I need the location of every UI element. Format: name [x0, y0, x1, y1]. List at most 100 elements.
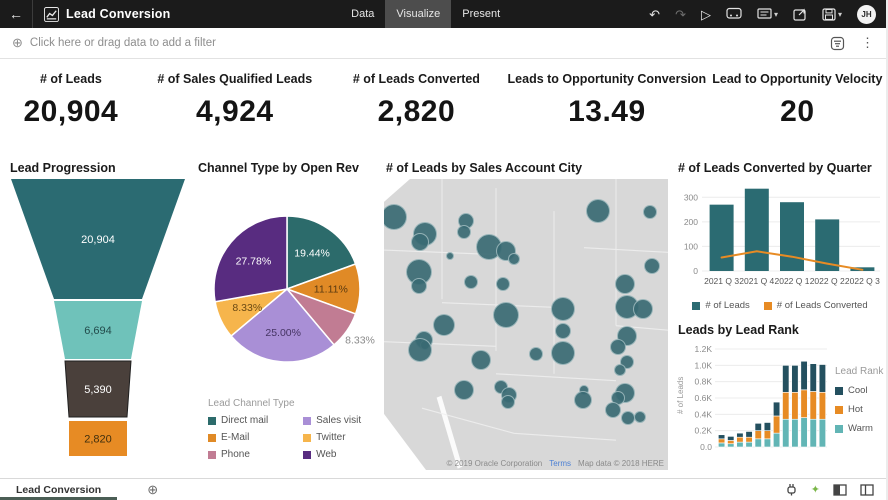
stacked-bar-segment-cool[interactable]	[810, 364, 817, 392]
kpi-tile[interactable]: Lead to Opportunity Velocity20	[709, 72, 886, 129]
stacked-bar-segment-hot[interactable]	[819, 392, 826, 419]
funnel-chart[interactable]: 20,9046,6945,3902,820	[8, 179, 188, 459]
export-icon[interactable]	[793, 8, 807, 21]
kebab-menu-icon[interactable]: ⋮	[861, 35, 874, 51]
stacked-bar-segment-hot[interactable]	[792, 392, 799, 419]
map-panel[interactable]: # of Leads by Sales Account City © 2	[384, 151, 668, 476]
stacked-bar-segment-warm[interactable]	[792, 419, 799, 447]
pie-chart[interactable]: 19.44%11.11%8.33%25.00%8.33%27.78%	[196, 179, 380, 377]
map-bubble[interactable]	[610, 339, 626, 355]
stacked-bar-segment-warm[interactable]	[773, 433, 780, 447]
stacked-bar-segment-warm[interactable]	[728, 444, 735, 447]
auto-insights-sparkle-icon[interactable]: ✦	[811, 483, 820, 496]
stacked-bar-segment-hot[interactable]	[718, 439, 725, 443]
filter-prompt[interactable]: Click here or drag data to add a filter	[30, 37, 216, 49]
stacked-bar-segment-cool[interactable]	[728, 436, 735, 440]
stacked-bar-segment-cool[interactable]	[801, 361, 808, 390]
kpi-tile[interactable]: Leads to Opportunity Conversion13.49	[505, 72, 709, 129]
legend-item-direct-mail[interactable]: Direct mail	[208, 415, 287, 426]
map-bubble[interactable]	[454, 380, 474, 400]
legend-item-cool[interactable]: Cool	[835, 385, 883, 396]
map-bubble[interactable]	[411, 278, 427, 294]
filter-controls-icon[interactable]	[830, 36, 845, 51]
stacked-bar-segment-cool[interactable]	[773, 402, 780, 416]
map-bubble[interactable]	[551, 297, 575, 321]
map-bubble[interactable]	[555, 323, 571, 339]
kpi-tile[interactable]: # of Leads20,904	[0, 72, 142, 129]
map-bubble[interactable]	[408, 338, 432, 362]
touch-icon[interactable]	[785, 483, 798, 496]
legend-item-web[interactable]: Web	[303, 449, 380, 460]
map-bubble[interactable]	[446, 252, 454, 260]
stacked-bar-segment-hot[interactable]	[737, 437, 744, 442]
stacked-bar-segment-warm[interactable]	[718, 443, 725, 447]
map-bubble[interactable]	[574, 391, 592, 409]
kpi-tile[interactable]: # of Leads Converted2,820	[328, 72, 505, 129]
map-bubble[interactable]	[471, 350, 491, 370]
stacked-bar-segment-cool[interactable]	[746, 431, 753, 437]
map-bubble[interactable]	[411, 233, 429, 251]
legend-item-hot[interactable]: Hot	[835, 404, 883, 415]
combo-bar[interactable]	[780, 202, 804, 271]
stacked-bar-segment-hot[interactable]	[783, 392, 790, 419]
stacked-bar-segment-warm[interactable]	[783, 419, 790, 447]
tab-data[interactable]: Data	[340, 0, 385, 28]
stacked-bar-segment-warm[interactable]	[801, 418, 808, 447]
layout-right-panel-icon[interactable]	[860, 484, 874, 496]
map-bubble[interactable]	[493, 302, 519, 328]
combo-legend-item[interactable]: # of Leads Converted	[764, 300, 868, 311]
stacked-bar-chart[interactable]: 0.00.2K0.4K0.6K0.8K1.0K1.2K	[685, 341, 829, 459]
pie-panel[interactable]: Channel Type by Open Rev 19.44%11.11%8.3…	[196, 151, 380, 476]
preview-play-icon[interactable]: ▷	[701, 8, 711, 21]
stacked-bar-segment-warm[interactable]	[737, 442, 744, 447]
stacked-bar-segment-hot[interactable]	[728, 440, 735, 443]
map-bubble[interactable]	[457, 225, 471, 239]
present-screen-icon[interactable]	[726, 7, 742, 21]
stacked-bar-segment-hot[interactable]	[746, 437, 753, 442]
stacked-bar-segment-hot[interactable]	[810, 391, 817, 419]
map-bubble[interactable]	[551, 341, 575, 365]
map-bubble[interactable]	[433, 314, 455, 336]
stacked-bar-segment-hot[interactable]	[764, 431, 771, 439]
stacked-bar-segment-cool[interactable]	[764, 423, 771, 431]
tab-present[interactable]: Present	[451, 0, 511, 28]
kpi-tile[interactable]: # of Sales Qualified Leads4,924	[142, 72, 328, 129]
combo-legend-item[interactable]: # of Leads	[692, 300, 749, 311]
undo-icon[interactable]: ↶	[649, 8, 660, 21]
add-canvas-icon[interactable]: ⊕	[147, 482, 158, 498]
save-icon[interactable]	[822, 8, 836, 21]
redo-icon[interactable]: ↷	[675, 8, 686, 21]
map-bubble[interactable]	[501, 395, 515, 409]
user-avatar[interactable]: JH	[857, 5, 876, 24]
combo-chart[interactable]: 01002003002021 Q 32021 Q 42022 Q 12022 Q…	[676, 179, 884, 291]
legend-item-e-mail[interactable]: E-Mail	[208, 432, 287, 443]
stacked-bar-segment-warm[interactable]	[746, 442, 753, 447]
bubble-map[interactable]: © 2019 Oracle CorporationTermsMap data ©…	[384, 179, 668, 470]
stacked-bar-segment-warm[interactable]	[810, 419, 817, 447]
stacked-bar-segment-warm[interactable]	[755, 439, 762, 447]
stacked-bar-segment-hot[interactable]	[801, 390, 808, 418]
filter-bar[interactable]: ⊕ Click here or drag data to add a filte…	[0, 28, 886, 59]
map-terms-link[interactable]: Terms	[549, 459, 571, 468]
legend-item-phone[interactable]: Phone	[208, 449, 287, 460]
legend-item-twitter[interactable]: Twitter	[303, 432, 380, 443]
stacked-bar-segment-cool[interactable]	[737, 433, 744, 437]
stacked-bar-segment-cool[interactable]	[819, 365, 826, 393]
stacked-bar-segment-hot[interactable]	[755, 431, 762, 439]
stacked-bar-segment-cool[interactable]	[718, 435, 725, 439]
stacked-bar-segment-warm[interactable]	[819, 419, 826, 447]
tab-visualize[interactable]: Visualize	[385, 0, 451, 28]
annotation-icon[interactable]	[757, 8, 772, 21]
stacked-bar-segment-cool[interactable]	[783, 365, 790, 392]
canvas-tab-lead-conversion[interactable]: Lead Conversion	[0, 479, 117, 500]
combo-bar[interactable]	[745, 189, 769, 271]
map-bubble[interactable]	[634, 411, 646, 423]
layout-left-panel-icon[interactable]	[833, 484, 847, 496]
add-filter-icon[interactable]: ⊕	[12, 35, 23, 51]
stacked-bar-segment-cool[interactable]	[792, 365, 799, 392]
stacked-bar-segment-warm[interactable]	[764, 439, 771, 447]
map-bubble[interactable]	[614, 364, 626, 376]
stacked-bar-segment-hot[interactable]	[773, 416, 780, 433]
combo-bar[interactable]	[710, 205, 734, 271]
stacked-bar-segment-cool[interactable]	[755, 423, 762, 430]
